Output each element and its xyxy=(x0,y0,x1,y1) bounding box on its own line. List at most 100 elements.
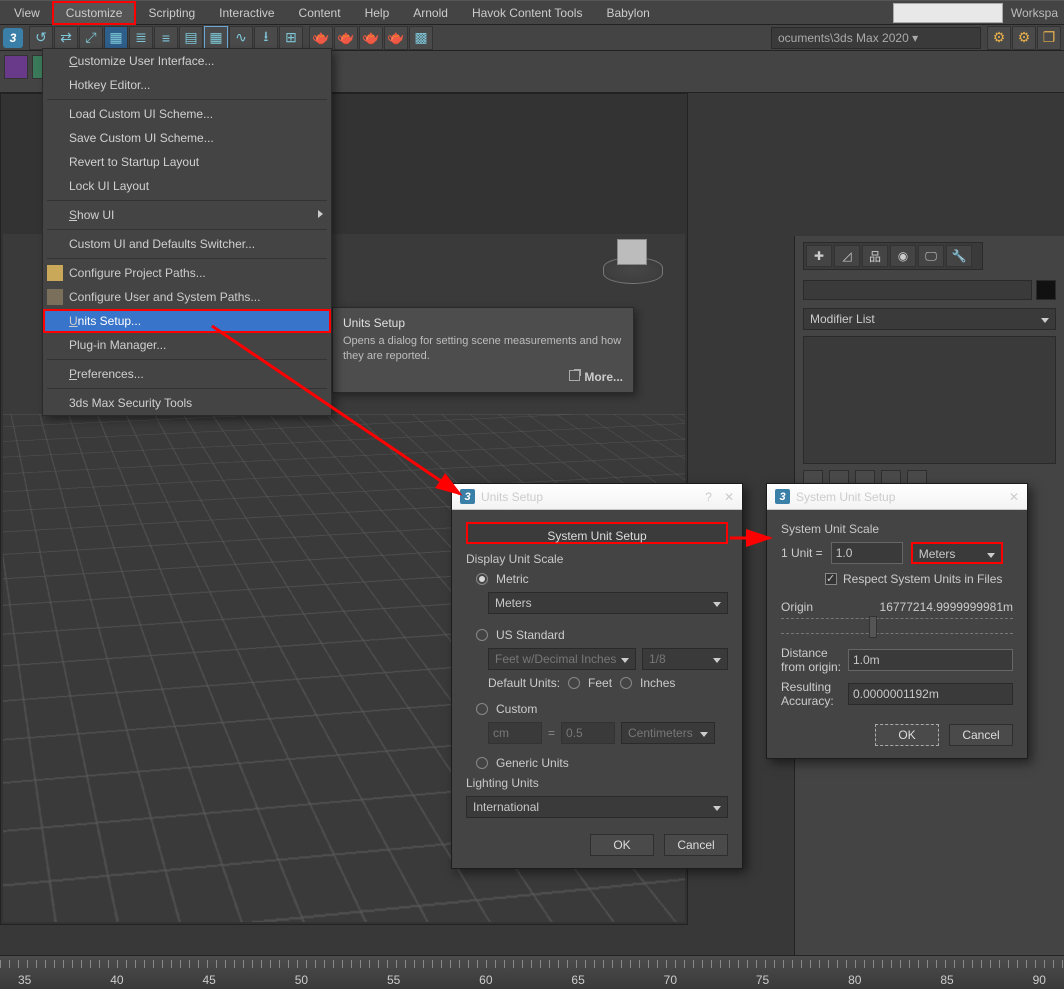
cancel-button[interactable]: Cancel xyxy=(664,834,728,856)
display-unit-scale-label: Display Unit Scale xyxy=(466,552,728,566)
respect-units-checkbox[interactable] xyxy=(825,573,837,585)
generic-label: Generic Units xyxy=(496,756,569,770)
dd-units-setup[interactable]: Units Setup... xyxy=(43,309,331,333)
toolbar-button[interactable]: ≣ xyxy=(129,26,153,50)
cancel-button[interactable]: Cancel xyxy=(949,724,1013,746)
menu-content[interactable]: Content xyxy=(287,3,353,23)
toolbar-button[interactable]: ⊞ xyxy=(279,26,303,50)
dd-show-ui[interactable]: Show UI xyxy=(43,203,331,227)
layers-icon[interactable]: ❐ xyxy=(1037,26,1061,50)
menu-help[interactable]: Help xyxy=(353,3,402,23)
origin-slider[interactable] xyxy=(781,618,1013,634)
object-name-input[interactable] xyxy=(803,280,1032,300)
dd-preferences[interactable]: Preferences... xyxy=(43,362,331,386)
create-tab-icon[interactable]: ✚ xyxy=(806,245,832,267)
metric-radio[interactable] xyxy=(476,573,488,585)
dd-security-tools[interactable]: 3ds Max Security Tools xyxy=(43,391,331,415)
hierarchy-tab-icon[interactable]: 品 xyxy=(862,245,888,267)
gear-icon[interactable]: ⚙ xyxy=(1012,26,1036,50)
project-path[interactable]: ocuments\3ds Max 2020 ▾ xyxy=(771,27,981,49)
close-icon[interactable]: ✕ xyxy=(1009,490,1019,504)
app-icon[interactable]: 3 xyxy=(3,28,23,48)
tooltip-title: Units Setup xyxy=(343,316,623,330)
unit-value-input[interactable] xyxy=(831,542,903,564)
signin-block[interactable] xyxy=(893,3,1003,23)
us-unit-select[interactable]: Feet w/Decimal Inches xyxy=(488,648,636,670)
dd-save-scheme[interactable]: Save Custom UI Scheme... xyxy=(43,126,331,150)
origin-label: Origin xyxy=(781,600,813,614)
custom-radio[interactable] xyxy=(476,703,488,715)
toolbar-button[interactable]: ⇄ xyxy=(54,26,78,50)
toolbar-button[interactable]: ▦ xyxy=(104,26,128,50)
toolbar-button[interactable]: ▤ xyxy=(179,26,203,50)
us-fraction-select[interactable]: 1/8 xyxy=(642,648,728,670)
lighting-units-label: Lighting Units xyxy=(466,776,728,790)
viewcube[interactable] xyxy=(603,239,663,284)
toolbar-button[interactable]: ≡ xyxy=(154,26,178,50)
teapot-icon[interactable]: 🫖 xyxy=(334,26,358,50)
menu-havok[interactable]: Havok Content Tools xyxy=(460,3,595,23)
inches-radio[interactable] xyxy=(620,677,632,689)
menu-babylon[interactable]: Babylon xyxy=(594,3,661,23)
custom-left-input[interactable] xyxy=(488,722,542,744)
toolbar-button[interactable]: ▦ xyxy=(204,26,228,50)
custom-unit-select[interactable]: Centimeters xyxy=(621,722,715,744)
command-panel-tabs: ✚ ◿ 品 ◉ 🖵 🔧 xyxy=(803,242,983,270)
dd-load-scheme[interactable]: Load Custom UI Scheme... xyxy=(43,102,331,126)
distance-input[interactable] xyxy=(848,649,1013,671)
distance-label: Distance from origin: xyxy=(781,646,842,674)
dd-lock-layout[interactable]: Lock UI Layout xyxy=(43,174,331,198)
display-tab-icon[interactable]: 🖵 xyxy=(918,245,944,267)
modify-tab-icon[interactable]: ◿ xyxy=(834,245,860,267)
workspace-label[interactable]: Workspa xyxy=(1011,6,1062,20)
menu-customize[interactable]: Customize xyxy=(52,1,137,25)
accuracy-label: Resulting Accuracy: xyxy=(781,680,842,708)
menu-view[interactable]: View xyxy=(2,3,52,23)
dialog-title: System Unit Setup xyxy=(796,490,895,504)
menu-interactive[interactable]: Interactive xyxy=(207,3,286,23)
help-icon[interactable]: ? xyxy=(705,490,712,504)
dialog-titlebar[interactable]: 3 Units Setup ? ✕ xyxy=(452,484,742,510)
us-radio[interactable] xyxy=(476,629,488,641)
custom-right-input[interactable] xyxy=(561,722,615,744)
metric-unit-select[interactable]: Meters xyxy=(488,592,728,614)
motion-tab-icon[interactable]: ◉ xyxy=(890,245,916,267)
toolbar-button[interactable]: ⤢ xyxy=(79,26,103,50)
toolbar-button[interactable] xyxy=(4,55,28,79)
dd-customize-ui[interactable]: CCustomize User Interface...ustomize Use… xyxy=(43,49,331,73)
gear-icon[interactable]: ⚙ xyxy=(987,26,1011,50)
menu-scripting[interactable]: Scripting xyxy=(136,3,207,23)
ok-button[interactable]: OK xyxy=(875,724,939,746)
dd-revert-layout[interactable]: Revert to Startup Layout xyxy=(43,150,331,174)
system-unit-setup-button[interactable]: System Unit Setup xyxy=(466,522,728,544)
tooltip-more[interactable]: More... xyxy=(343,370,623,384)
lighting-unit-select[interactable]: International xyxy=(466,796,728,818)
object-color-swatch[interactable] xyxy=(1036,280,1056,300)
dialog-title: Units Setup xyxy=(481,490,543,504)
unit-type-select[interactable]: Meters xyxy=(911,542,1003,564)
teapot-icon[interactable]: 🫖 xyxy=(359,26,383,50)
dd-hotkey-editor[interactable]: Hotkey Editor... xyxy=(43,73,331,97)
utilities-tab-icon[interactable]: 🔧 xyxy=(946,245,972,267)
toolbar-button[interactable]: ⭳ xyxy=(254,26,278,50)
ok-button[interactable]: OK xyxy=(590,834,654,856)
toolbar-button[interactable]: ∿ xyxy=(229,26,253,50)
teapot-icon[interactable]: 🫖 xyxy=(384,26,408,50)
toolbar-button[interactable]: ▩ xyxy=(409,26,433,50)
dd-user-system-paths[interactable]: Configure User and System Paths... xyxy=(43,285,331,309)
feet-radio[interactable] xyxy=(568,677,580,689)
dd-project-paths[interactable]: Configure Project Paths... xyxy=(43,261,331,285)
menu-arnold[interactable]: Arnold xyxy=(401,3,460,23)
close-icon[interactable]: ✕ xyxy=(724,490,734,504)
dd-plugin-manager[interactable]: Plug-in Manager... xyxy=(43,333,331,357)
dialog-titlebar[interactable]: 3 System Unit Setup ✕ xyxy=(767,484,1027,510)
dd-defaults-switcher[interactable]: Custom UI and Defaults Switcher... xyxy=(43,232,331,256)
modifier-stack[interactable] xyxy=(803,336,1056,464)
units-setup-dialog: 3 Units Setup ? ✕ System Unit Setup Disp… xyxy=(451,483,743,869)
toolbar-button[interactable]: ↺ xyxy=(29,26,53,50)
teapot-icon[interactable]: 🫖 xyxy=(309,26,333,50)
timeline[interactable]: 354045 505560 657075 808590 xyxy=(0,955,1064,989)
generic-radio[interactable] xyxy=(476,757,488,769)
feet-label: Feet xyxy=(588,676,612,690)
modifier-list-select[interactable]: Modifier List xyxy=(803,308,1056,330)
